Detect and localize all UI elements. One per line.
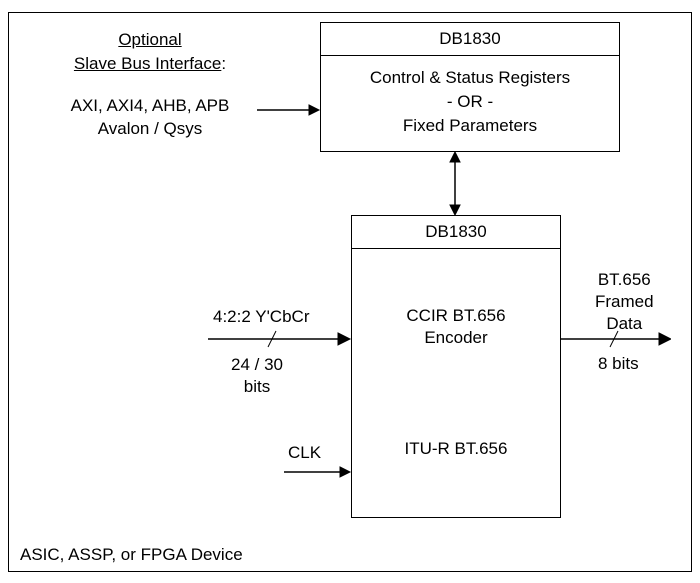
- itu-text: ITU-R BT.656: [352, 439, 560, 459]
- upper-block-header: DB1830: [321, 23, 619, 56]
- optional-list-1: AXI, AXI4, AHB, APB: [71, 96, 230, 115]
- ccir-line-2: Encoder: [424, 328, 487, 347]
- clk-label: CLK: [288, 443, 321, 463]
- upper-body-3: Fixed Parameters: [403, 116, 537, 135]
- optional-list-2: Avalon / Qsys: [98, 119, 203, 138]
- arrow-input: [206, 327, 356, 351]
- output-top-1: BT.656: [598, 270, 651, 289]
- arrow-bidirectional: [445, 152, 465, 215]
- control-registers-block: DB1830 Control & Status Registers - OR -…: [320, 22, 620, 152]
- upper-body-1: Control & Status Registers: [370, 68, 570, 87]
- output-top-2: Framed: [595, 292, 654, 311]
- optional-title-2: Slave Bus Interface: [74, 54, 221, 73]
- footer-label: ASIC, ASSP, or FPGA Device: [20, 545, 243, 565]
- optional-interface-block: Optional Slave Bus Interface: AXI, AXI4,…: [40, 28, 260, 141]
- output-top-3: Data: [606, 314, 642, 333]
- diagram-canvas: Optional Slave Bus Interface: AXI, AXI4,…: [0, 0, 700, 583]
- lower-block-header: DB1830: [352, 216, 560, 249]
- input-top-label: 4:2:2 Y'CbCr: [213, 307, 309, 327]
- arrow-optional-to-upper: [255, 100, 325, 120]
- input-bottom-2: bits: [244, 377, 270, 396]
- arrow-clk: [282, 462, 356, 482]
- output-bottom: 8 bits: [598, 354, 639, 374]
- upper-body-2: - OR -: [447, 92, 493, 111]
- input-bottom-1: 24 / 30: [231, 355, 283, 374]
- ccir-line-1: CCIR BT.656: [406, 306, 505, 325]
- optional-title-1: Optional: [118, 30, 181, 49]
- encoder-block: DB1830 CCIR BT.656 Encoder ITU-R BT.656: [351, 215, 561, 518]
